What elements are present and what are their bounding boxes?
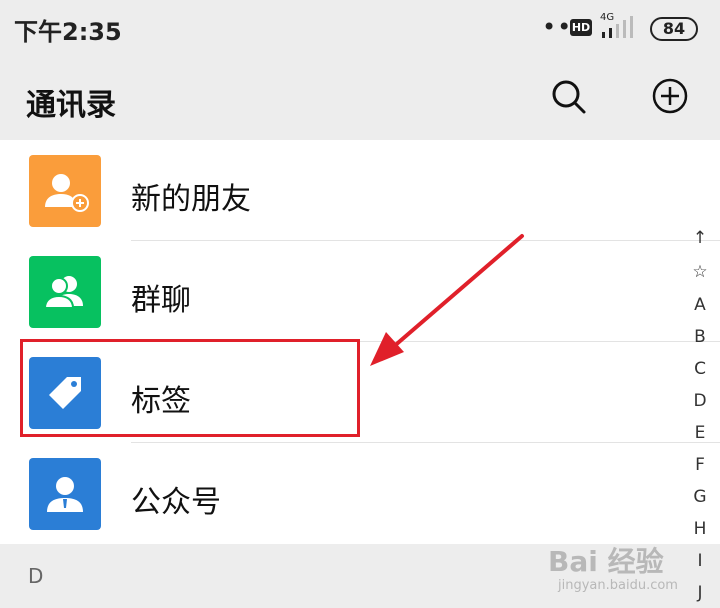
list-item-label: 新的朋友 — [131, 182, 251, 217]
page-title: 通讯录 — [26, 88, 116, 123]
index-item[interactable]: H — [684, 519, 716, 539]
status-bar: 下午2:35 ••• HD 4G 84 — [0, 0, 720, 56]
index-item[interactable]: B — [684, 327, 716, 347]
search-icon — [552, 80, 586, 114]
list-item-label: 公众号 — [131, 485, 221, 520]
top-app-bar: 通讯录 — [0, 56, 720, 140]
index-item-top[interactable]: ↑ — [684, 228, 716, 248]
index-item[interactable]: F — [684, 455, 716, 475]
index-item-star[interactable]: ☆ — [684, 262, 716, 282]
watermark-sub: jingyan.baidu.com — [558, 578, 678, 593]
add-button[interactable] — [650, 76, 690, 116]
index-item[interactable]: G — [684, 487, 716, 507]
group-chat-icon — [29, 256, 101, 328]
index-item[interactable]: C — [684, 359, 716, 379]
list-item-group-chats[interactable]: 群聊 — [0, 241, 720, 342]
list-item-new-friends[interactable]: 新的朋友 — [0, 140, 720, 241]
watermark-main: Bai 经验 — [548, 545, 664, 578]
plus-circle-icon — [652, 78, 688, 114]
list-item-label: 群聊 — [131, 283, 191, 318]
search-button[interactable] — [548, 76, 588, 116]
hd-badge: HD — [570, 19, 592, 36]
signal-strength-icon — [602, 16, 633, 38]
index-item[interactable]: E — [684, 423, 716, 443]
battery-indicator: 84 — [650, 17, 698, 41]
section-letter: D — [28, 564, 44, 588]
status-time: 下午2:35 — [14, 18, 122, 46]
highlight-box — [20, 339, 360, 437]
index-item[interactable]: A — [684, 295, 716, 315]
index-item[interactable]: D — [684, 391, 716, 411]
add-friend-icon — [29, 155, 101, 227]
official-account-icon — [29, 458, 101, 530]
baidu-jingyan-watermark: Bai 经验 jingyan.baidu.com — [548, 540, 708, 600]
list-item-official-accounts[interactable]: 公众号 — [0, 443, 720, 544]
